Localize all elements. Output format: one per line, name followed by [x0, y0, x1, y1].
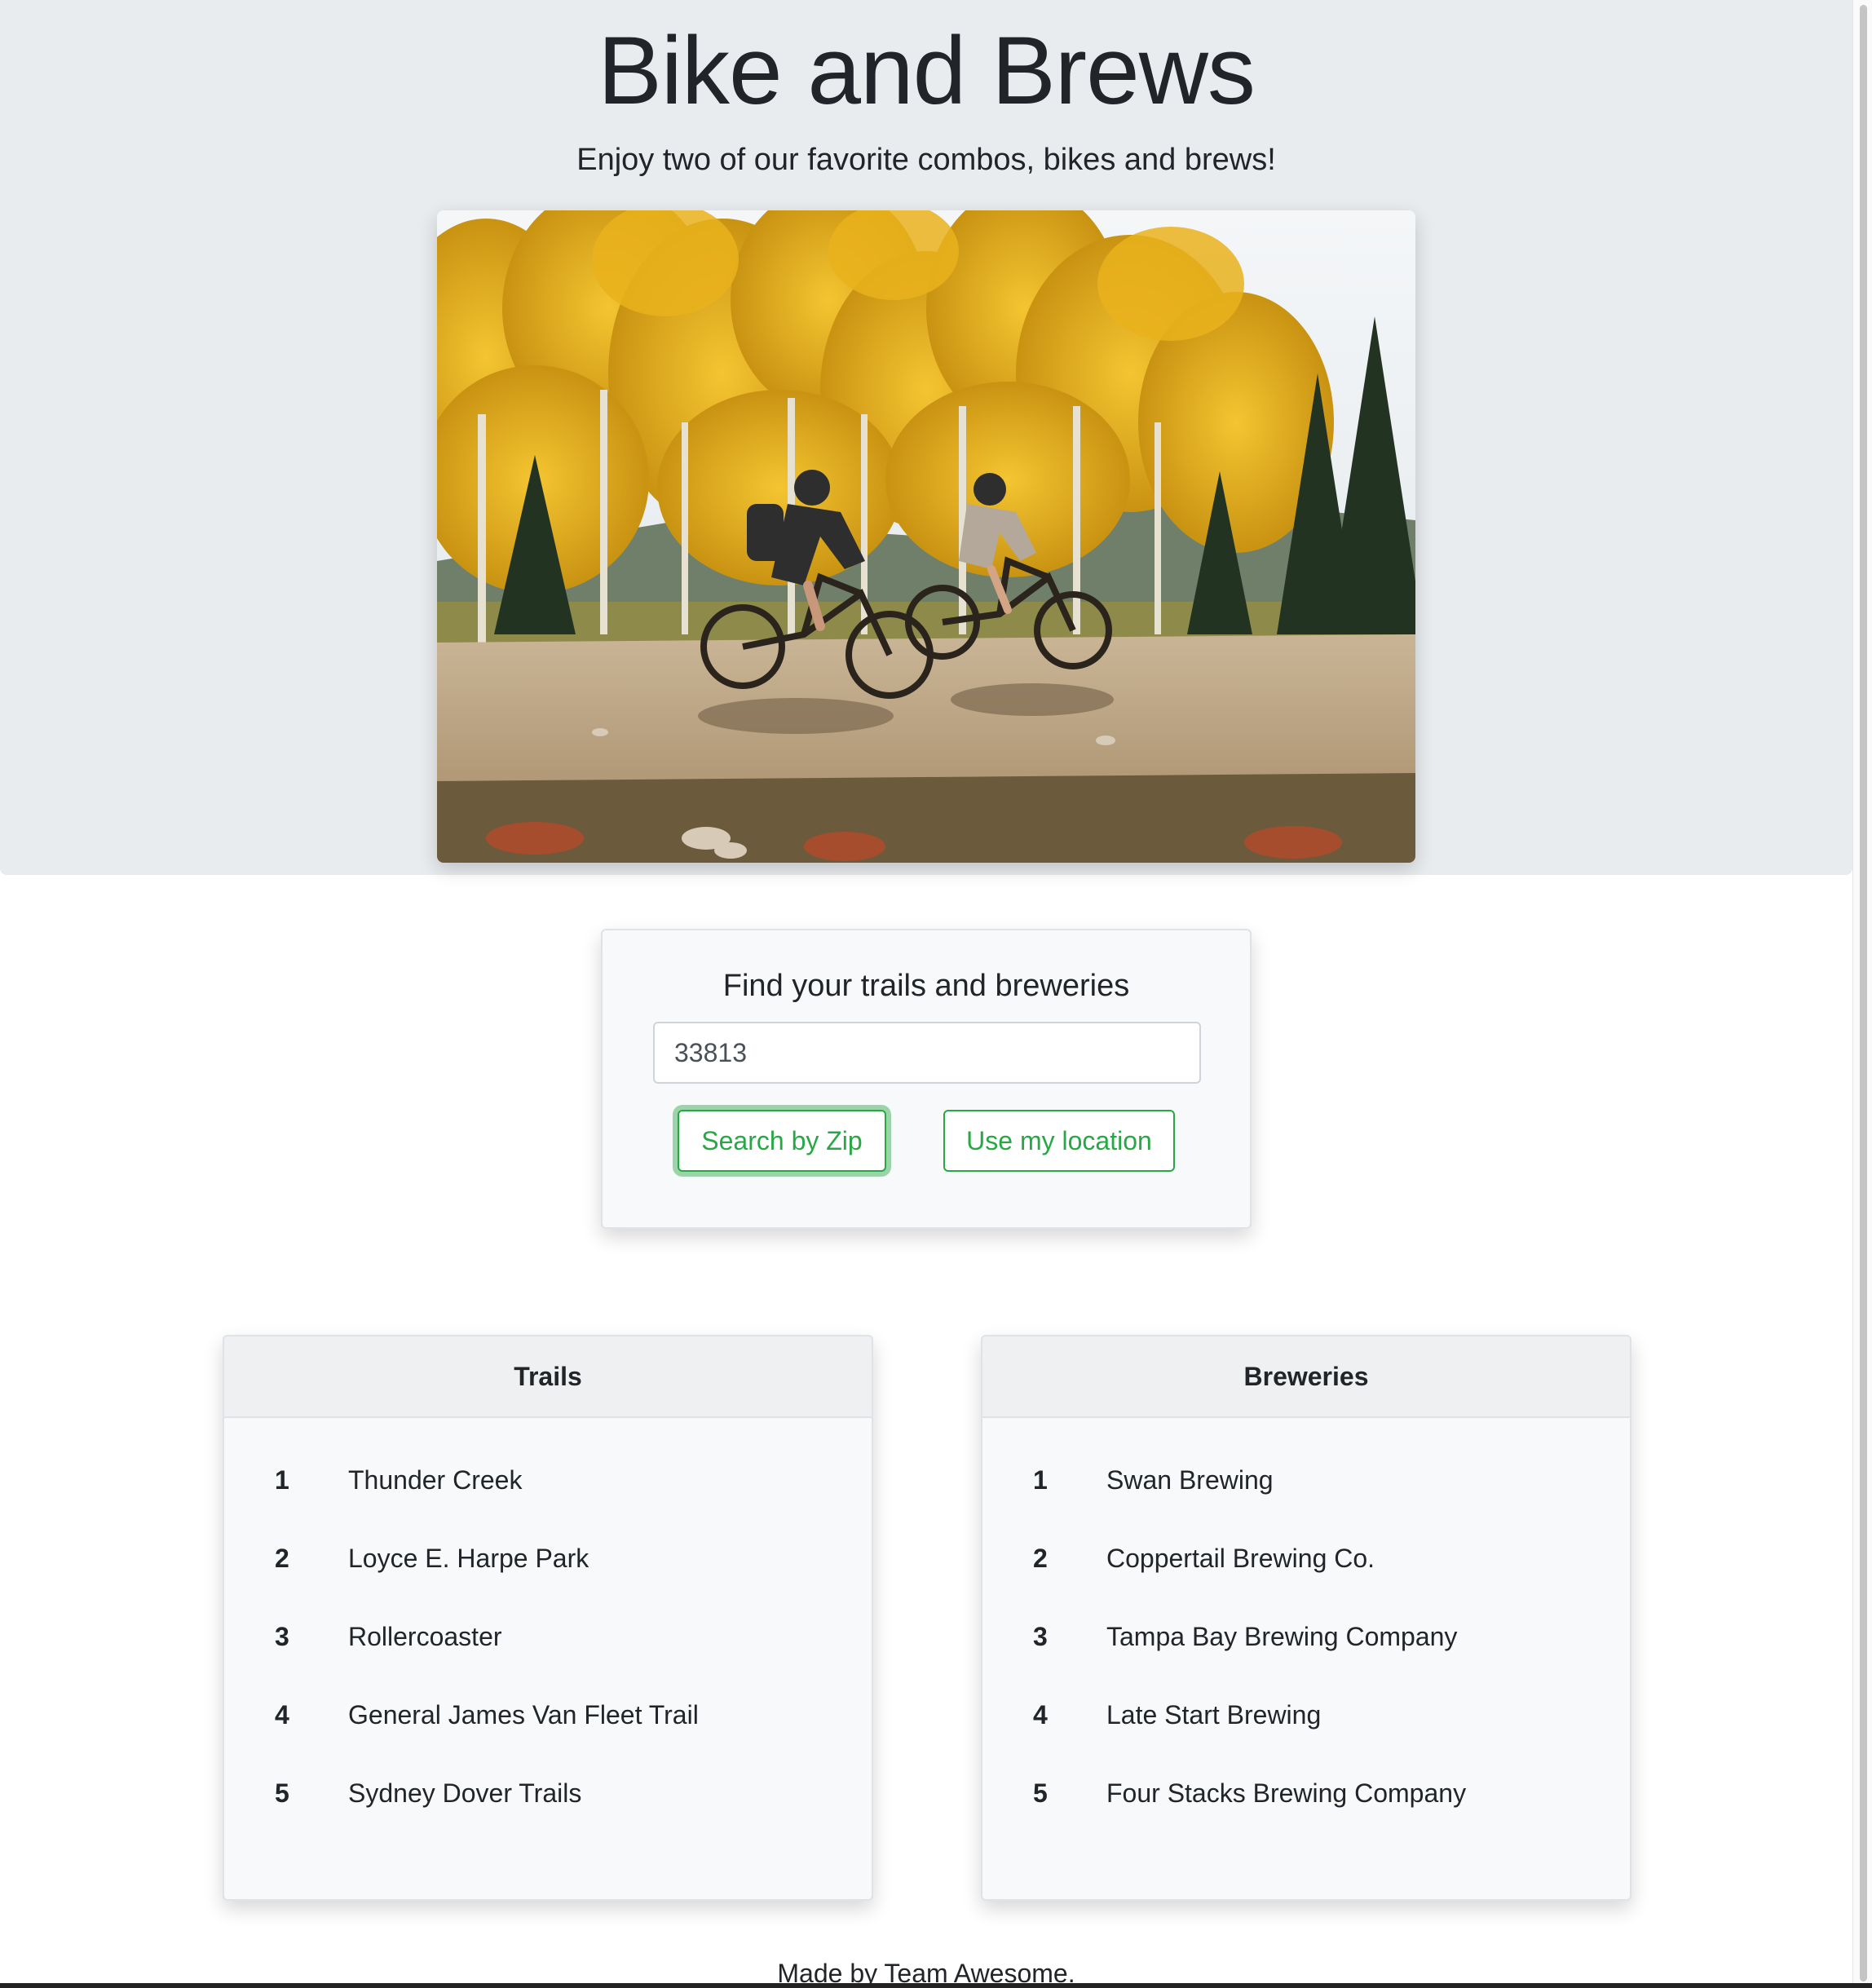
brewery-name: Swan Brewing: [1106, 1465, 1274, 1495]
brewery-rank: 1: [1033, 1465, 1048, 1495]
trail-rank: 5: [275, 1778, 289, 1808]
brewery-list-item: 2 Coppertail Brewing Co.: [982, 1519, 1630, 1597]
search-heading: Find your trails and breweries: [722, 969, 1130, 1003]
brewery-rank: 4: [1033, 1700, 1048, 1730]
brewery-name: Four Stacks Brewing Company: [1106, 1778, 1467, 1808]
hero-image-illustration: [437, 210, 1415, 863]
trail-list-item: 3 Rollercoaster: [224, 1597, 872, 1676]
brewery-rank: 2: [1033, 1544, 1048, 1573]
brewery-list-item: 5 Four Stacks Brewing Company: [982, 1754, 1630, 1832]
brewery-name: Coppertail Brewing Co.: [1106, 1544, 1375, 1573]
trail-name: Sydney Dover Trails: [348, 1778, 582, 1808]
trails-list: 1 Thunder Creek 2 Loyce E. Harpe Park 3 …: [224, 1441, 872, 1832]
trail-list-item: 2 Loyce E. Harpe Park: [224, 1519, 872, 1597]
brewery-list-item: 3 Tampa Bay Brewing Company: [982, 1597, 1630, 1676]
trails-header: Trails: [224, 1336, 872, 1418]
use-my-location-button[interactable]: Use my location: [943, 1110, 1175, 1172]
trail-name: Rollercoaster: [348, 1622, 502, 1651]
trail-name: General James Van Fleet Trail: [348, 1700, 699, 1730]
brewery-name: Tampa Bay Brewing Company: [1106, 1622, 1458, 1651]
trail-name: Loyce E. Harpe Park: [348, 1544, 589, 1573]
brewery-list-item: 1 Swan Brewing: [982, 1441, 1630, 1519]
hero-image-cyclists: [437, 210, 1415, 863]
brewery-name: Late Start Brewing: [1106, 1700, 1322, 1730]
trail-rank: 1: [275, 1465, 289, 1495]
hero-subtitle: Enjoy two of our favorite combos, bikes …: [576, 143, 1276, 177]
window-bottom-edge: [0, 1983, 1872, 1988]
search-by-zip-button[interactable]: Search by Zip: [678, 1110, 886, 1172]
hero-section: Bike and Brews Enjoy two of our favorite…: [0, 0, 1852, 875]
brewery-rank: 5: [1033, 1778, 1048, 1808]
trail-list-item: 1 Thunder Creek: [224, 1441, 872, 1519]
breweries-header: Breweries: [982, 1336, 1630, 1418]
trail-rank: 3: [275, 1622, 289, 1651]
trail-rank: 2: [275, 1544, 289, 1573]
page: Bike and Brews Enjoy two of our favorite…: [0, 0, 1872, 1988]
trail-list-item: 5 Sydney Dover Trails: [224, 1754, 872, 1832]
scrollbar-thumb[interactable]: [1860, 5, 1867, 1981]
trail-name: Thunder Creek: [348, 1465, 523, 1495]
trail-rank: 4: [275, 1700, 289, 1730]
hero-title: Bike and Brews: [598, 17, 1256, 125]
trails-card: Trails 1 Thunder Creek 2 Loyce E. Harpe …: [223, 1335, 873, 1901]
brewery-rank: 3: [1033, 1622, 1048, 1651]
search-card: Find your trails and breweries Search by…: [601, 929, 1252, 1229]
trail-list-item: 4 General James Van Fleet Trail: [224, 1676, 872, 1754]
breweries-card: Breweries 1 Swan Brewing 2 Coppertail Br…: [981, 1335, 1631, 1901]
zip-input[interactable]: [653, 1022, 1201, 1084]
brewery-list-item: 4 Late Start Brewing: [982, 1676, 1630, 1754]
breweries-list: 1 Swan Brewing 2 Coppertail Brewing Co. …: [982, 1441, 1630, 1832]
